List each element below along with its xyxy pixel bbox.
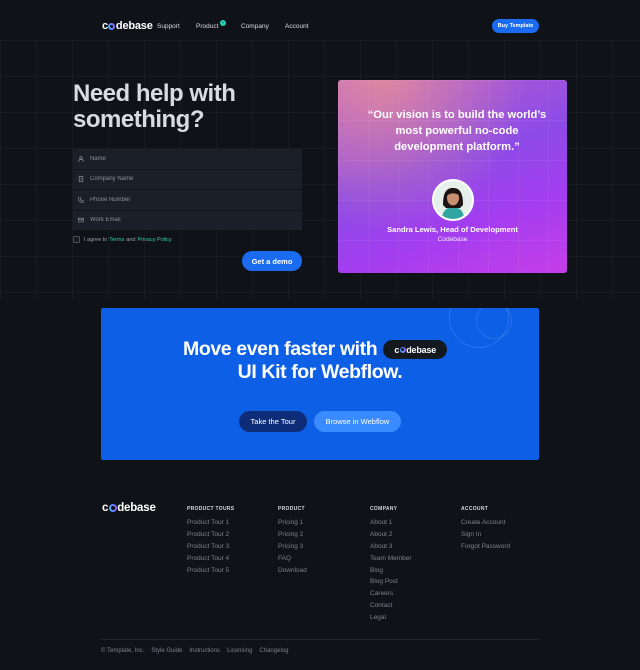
logo-letter-c: c [102,502,109,514]
cta-logo: c debase [394,345,436,355]
phone-icon [77,196,85,203]
user-icon [77,155,85,162]
footer-link[interactable]: Product Tour 4 [187,553,234,565]
person-photo-icon [434,181,472,219]
demo-request-form [73,149,302,231]
footer-link[interactable]: Pricing 1 [278,517,307,529]
hero-title: Need help with something? [73,81,293,133]
footer-link[interactable]: Pricing 2 [278,529,307,541]
footer-link[interactable]: Product Tour 2 [187,529,234,541]
logo-letter-c: c [102,20,108,32]
footer-link[interactable]: Product Tour 1 [187,517,234,529]
mail-icon [77,217,85,223]
terms-checkbox[interactable] [73,236,80,243]
footer-link[interactable]: Team Member [370,553,412,565]
cta-heading-text: Move even faster with [183,338,378,360]
product-new-badge: + [220,20,226,26]
logo-letter-c: c [394,344,400,355]
browse-webflow-button[interactable]: Browse in Webflow [314,411,401,432]
brand-logo[interactable]: c debase [102,20,153,32]
footer-link[interactable]: About 1 [370,517,412,529]
get-demo-button[interactable]: Get a demo [242,251,302,271]
testimonial-person-name: Sandra Lewis, Head of Development [387,225,518,234]
email-field[interactable] [73,210,302,231]
hero-title-line1: Need help with [73,80,236,107]
footer-link[interactable]: Legal [370,612,412,624]
copyright-text: © Template, Inc. [101,648,145,654]
footer-heading: PRODUCT [278,506,305,512]
footer-column-product-tours: PRODUCT TOURS Product Tour 1 Product Tou… [187,506,234,576]
footer-link[interactable]: Contact [370,600,412,612]
footer-link[interactable]: Pricing 3 [278,541,307,553]
footer-link[interactable]: Sign In [461,529,510,541]
phone-number-input[interactable] [90,196,290,203]
footer-logo[interactable]: c debase [102,502,156,514]
logo-ring-icon [108,504,117,512]
logo-ring-icon [108,22,116,30]
cta-heading-line1: Move even faster with c debase [183,338,448,361]
footer-link[interactable]: Blog [370,565,412,577]
company-field[interactable] [73,169,302,190]
decor-ring [476,308,512,339]
nav-link-account[interactable]: Account [285,23,309,30]
nav-link-product[interactable]: Product [196,23,218,30]
footer-bottom-bar: © Template, Inc. Style Guide Instruction… [101,648,295,654]
cta-logo-pill: c debase [383,340,448,359]
footer-link[interactable]: Careers [370,588,412,600]
phone-field[interactable] [73,190,302,211]
terms-link[interactable]: Terms [109,237,124,243]
footer-link[interactable]: Blog Post [370,576,412,588]
logo-word: debase [117,502,156,514]
building-icon [77,176,85,183]
logo-word: debase [115,20,153,32]
footer-heading: COMPANY [370,506,398,512]
style-guide-link[interactable]: Style Guide [151,648,182,654]
licensing-link[interactable]: Licensing [227,648,252,654]
footer-link[interactable]: Create Account [461,517,510,529]
footer-link[interactable]: Product Tour 3 [187,541,234,553]
footer-column-company: COMPANY About 1 About 2 About 3 Team Mem… [370,506,412,624]
footer-link[interactable]: Product Tour 5 [187,565,234,577]
work-email-input[interactable] [90,217,290,224]
footer-divider [101,639,539,640]
hero-title-line2: something? [73,106,205,133]
instructions-link[interactable]: Instructions [189,648,220,654]
footer-column-account: ACCOUNT Create Account Sign In Forgot Pa… [461,506,510,553]
nav-link-support[interactable]: Support [157,23,180,30]
agree-and-text: and [126,236,136,243]
logo-ring-icon [399,346,406,353]
top-nav: c debase Support Product + Company Accoun… [0,0,640,52]
footer-link[interactable]: FAQ [278,553,307,565]
privacy-policy-link[interactable]: Privacy Policy [137,237,171,243]
terms-agreement: I agree to Terms and Privacy Policy [73,236,174,243]
agree-text: I agree to [84,236,108,243]
footer-heading: PRODUCT TOURS [187,506,235,512]
cta-heading-line2: UI Kit for Webflow. [237,361,403,383]
name-field[interactable] [73,149,302,170]
buy-template-button[interactable]: Buy Template [492,19,539,33]
testimonial-card: “Our vision is to build the world’s most… [338,80,567,273]
testimonial-company: Codebase [437,236,468,243]
footer-heading: ACCOUNT [461,506,489,512]
name-input[interactable] [90,155,290,162]
footer-link[interactable]: Download [278,565,307,577]
footer-link[interactable]: Forgot Password [461,541,510,553]
nav-link-company[interactable]: Company [241,23,269,30]
footer-column-product: PRODUCT Pricing 1 Pricing 2 Pricing 3 FA… [278,506,307,576]
footer-link[interactable]: About 2 [370,529,412,541]
footer-link[interactable]: About 3 [370,541,412,553]
company-name-input[interactable] [90,176,290,183]
avatar [432,179,474,221]
cta-banner: Move even faster with c debase UI Kit for… [101,308,539,460]
testimonial-quote: “Our vision is to build the world’s most… [367,109,547,153]
logo-word: debase [406,344,437,355]
take-tour-button[interactable]: Take the Tour [239,411,307,432]
changelog-link[interactable]: Changelog [259,648,288,654]
